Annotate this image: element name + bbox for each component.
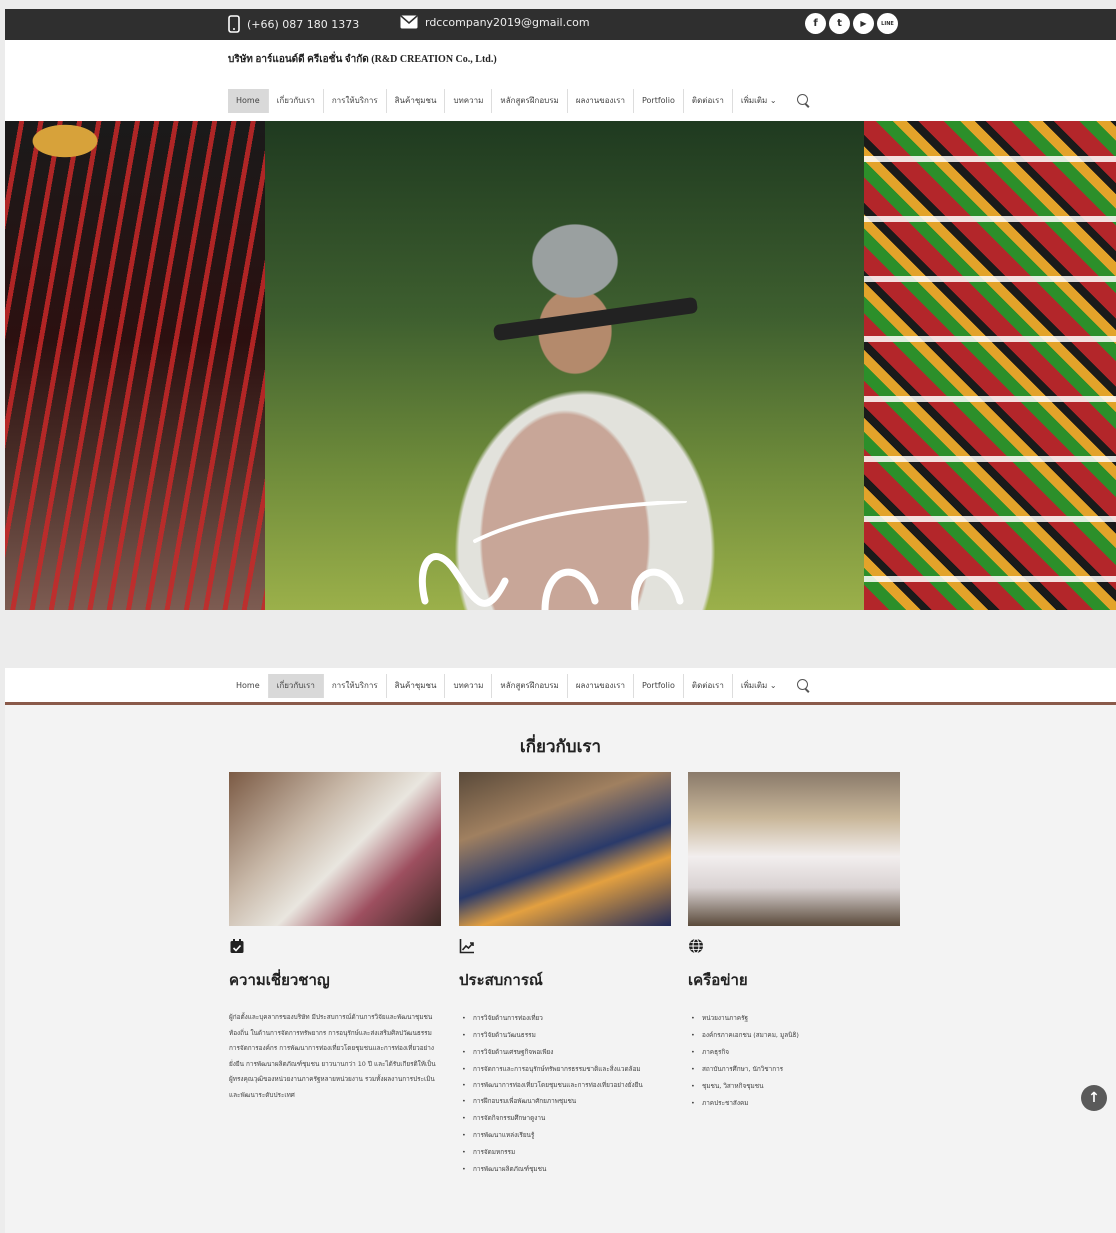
nav-products[interactable]: สินค้าชุมชน: [387, 674, 446, 698]
nav-about[interactable]: เกี่ยวกับเรา: [268, 674, 324, 698]
nav-portfolio[interactable]: Portfolio: [634, 89, 684, 113]
nav-services[interactable]: การให้บริการ: [324, 674, 387, 698]
expertise-body: ผู้ก่อตั้งและบุคลากรของบริษัท มีประสบการ…: [229, 1013, 436, 1099]
section-title: เกี่ยวกับเรา: [519, 737, 602, 757]
experience-list: การวิจัยด้านการท่องเที่ยว การวิจัยด้านวั…: [459, 1010, 679, 1178]
company-name: บริษัท อาร์แอนด์ดี ครีเอชั่น จำกัด (R&D …: [228, 54, 497, 65]
expertise-column: ความเชี่ยวชาญ ผู้ก่อตั้งและบุคลากรของบริ…: [229, 938, 449, 1103]
website-screenshot-about: Home เกี่ยวกับเรา การให้บริการ สินค้าชุม…: [5, 668, 1116, 1233]
list-item: การวิจัยด้านการท่องเที่ยว: [459, 1010, 679, 1027]
list-item: ภาคธุรกิจ: [688, 1044, 908, 1061]
globe-icon: [689, 938, 703, 954]
email-address: rdccompany2019@gmail.com: [425, 15, 590, 29]
line-icon[interactable]: LINE: [877, 13, 898, 34]
top-contact-bar: (+66) 087 180 1373 rdccompany2019@gmail.…: [5, 9, 1116, 40]
search-icon[interactable]: [796, 679, 811, 693]
main-nav: Home เกี่ยวกับเรา การให้บริการ สินค้าชุม…: [228, 89, 811, 113]
hero-right-image: [864, 121, 1116, 610]
nav-contact[interactable]: ติดต่อเรา: [684, 89, 733, 113]
nav-more-dropdown[interactable]: เพิ่มเติม ⌄: [733, 89, 785, 113]
list-item: ภาคประชาสังคม: [688, 1095, 908, 1112]
network-list: หน่วยงานภาครัฐ องค์กรภาคเอกชน (สมาคม, มู…: [688, 1010, 908, 1112]
list-item: สถาบันการศึกษา, นักวิชาการ: [688, 1061, 908, 1078]
nav-contact[interactable]: ติดต่อเรา: [684, 674, 733, 698]
youtube-icon[interactable]: ▶: [853, 13, 874, 34]
mail-icon: [400, 15, 418, 29]
website-screenshot-home: (+66) 087 180 1373 rdccompany2019@gmail.…: [5, 9, 1116, 610]
photo-workshop: [229, 772, 441, 926]
hero-left-image: [5, 121, 265, 610]
hero-banner: [5, 121, 1116, 610]
list-item: การจัดมหกรรม: [459, 1144, 679, 1161]
nav-portfolio[interactable]: Portfolio: [634, 674, 684, 698]
hero-script-lettering: [418, 501, 687, 610]
phone-icon: [228, 15, 240, 33]
photo-children: [688, 772, 900, 926]
nav-about[interactable]: เกี่ยวกับเรา: [269, 89, 324, 113]
list-item: การจัดการและการอนุรักษ์ทรัพยากรธรรมชาติแ…: [459, 1061, 679, 1077]
phone-number: (+66) 087 180 1373: [247, 17, 360, 31]
chart-line-icon: [459, 939, 474, 954]
sticky-nav-bar: Home เกี่ยวกับเรา การให้บริการ สินค้าชุม…: [5, 668, 1116, 705]
list-item: การพัฒนาแหล่งเรียนรู้: [459, 1127, 679, 1144]
main-nav-sticky: Home เกี่ยวกับเรา การให้บริการ สินค้าชุม…: [228, 674, 811, 698]
nav-home[interactable]: Home: [228, 89, 269, 113]
list-item: ชุมชน, วิสาหกิจชุมชน: [688, 1078, 908, 1095]
search-icon[interactable]: [796, 94, 811, 108]
nav-courses[interactable]: หลักสูตรฝึกอบรม: [492, 674, 568, 698]
list-item: การจัดกิจกรรมศึกษาดูงาน: [459, 1110, 679, 1127]
network-column: เครือข่าย หน่วยงานภาครัฐ องค์กรภาคเอกชน …: [688, 938, 908, 1112]
nav-more-dropdown[interactable]: เพิ่มเติม ⌄: [733, 674, 785, 698]
twitter-icon[interactable]: t: [829, 13, 850, 34]
list-item: การวิจัยด้านวัฒนธรรม: [459, 1027, 679, 1044]
list-item: หน่วยงานภาครัฐ: [688, 1010, 908, 1027]
calendar-check-icon: [230, 939, 244, 953]
list-item: การพัฒนาการท่องเที่ยวโดยชุมชนและการท่องเ…: [459, 1077, 679, 1093]
nav-home[interactable]: Home: [228, 674, 269, 698]
nav-works[interactable]: ผลงานของเรา: [568, 674, 634, 698]
social-links: f t ▶ LINE: [805, 13, 898, 34]
back-to-top-button[interactable]: ↑: [1081, 1085, 1107, 1111]
expertise-heading: ความเชี่ยวชาญ: [229, 971, 330, 989]
nav-articles[interactable]: บทความ: [445, 89, 493, 113]
email-contact[interactable]: rdccompany2019@gmail.com: [400, 15, 590, 29]
nav-works[interactable]: ผลงานของเรา: [568, 89, 634, 113]
nav-courses[interactable]: หลักสูตรฝึกอบรม: [492, 89, 568, 113]
facebook-icon[interactable]: f: [805, 13, 826, 34]
photo-performers: [459, 772, 671, 926]
phone-contact[interactable]: (+66) 087 180 1373: [228, 15, 359, 33]
nav-articles[interactable]: บทความ: [445, 674, 493, 698]
nav-products[interactable]: สินค้าชุมชน: [387, 89, 446, 113]
experience-column: ประสบการณ์ การวิจัยด้านการท่องเที่ยว การ…: [459, 938, 679, 1178]
experience-heading: ประสบการณ์: [459, 971, 543, 989]
nav-services[interactable]: การให้บริการ: [324, 89, 387, 113]
list-item: การฝึกอบรมเพื่อพัฒนาศักยภาพชุมชน: [459, 1093, 679, 1110]
list-item: การวิจัยด้านเศรษฐกิจพอเพียง: [459, 1044, 679, 1061]
list-item: องค์กรภาคเอกชน (สมาคม, มูลนิธิ): [688, 1027, 908, 1044]
list-item: การพัฒนาผลิตภัณฑ์ชุมชน: [459, 1161, 679, 1178]
network-heading: เครือข่าย: [688, 971, 748, 989]
